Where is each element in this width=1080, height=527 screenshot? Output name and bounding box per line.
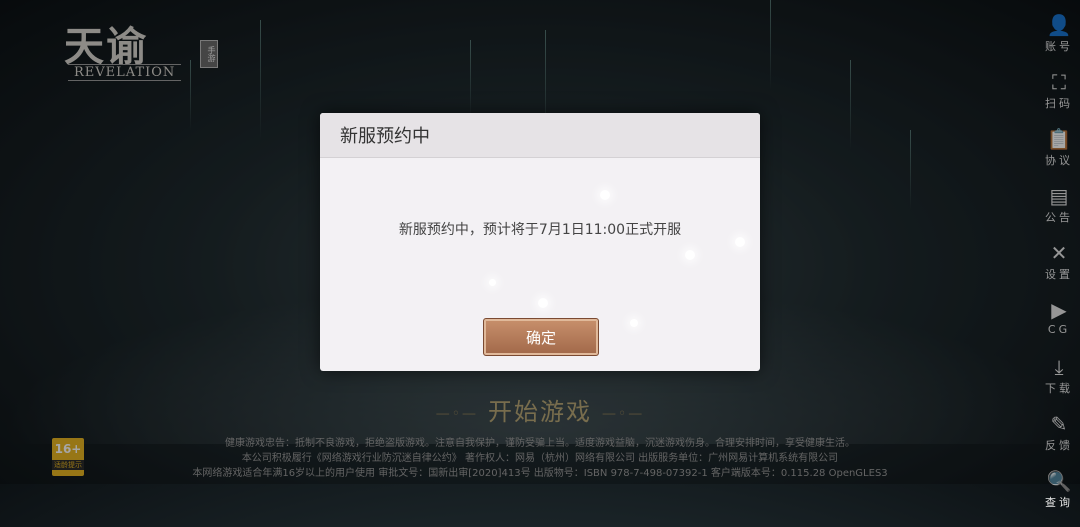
confirm-button-label: 确定 [525,328,556,347]
dialog-title: 新服预约中 [340,126,430,147]
sparkle-particle [538,298,548,308]
sparkle-particle [630,319,638,327]
sidebar-item-label: 查询 [1045,496,1073,509]
dialog-message: 新服预约中，预计将于7月1日11:00正式开服 [398,222,682,238]
sparkle-particle [735,237,745,247]
dialog-header: 新服预约中 [320,113,760,158]
reservation-dialog: 新服预约中 新服预约中，预计将于7月1日11:00正式开服 确定 [320,113,760,371]
confirm-button[interactable]: 确定 [483,318,599,356]
sparkle-particle [600,190,610,200]
sparkle-particle [685,250,695,260]
sparkle-particle [489,279,496,286]
